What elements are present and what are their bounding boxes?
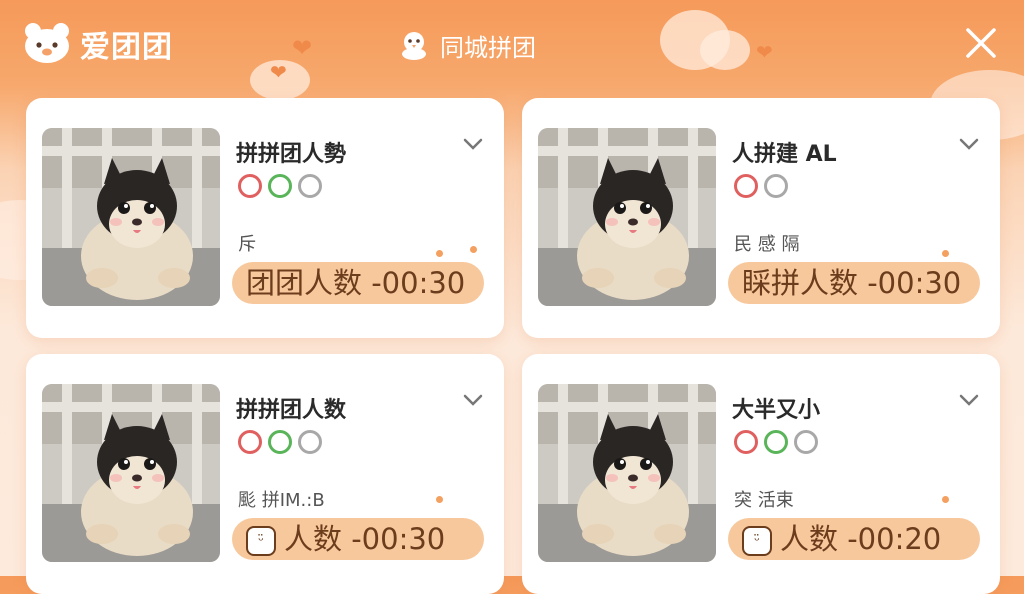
page-title: 同城拼团 [440, 34, 536, 62]
card-title: 拼拼团人数 [236, 398, 347, 423]
chick-icon [402, 32, 426, 60]
card-subtitle: 斥 [238, 234, 256, 255]
card-subtitle: 民 感 隔 [734, 234, 800, 255]
status-dot-red [238, 174, 262, 198]
smile-face-icon: ᵕ̈ [246, 526, 276, 556]
card-subtitle: 颩 拼IM.:B [238, 490, 325, 511]
decor-dot [470, 246, 477, 253]
pet-photo [42, 384, 220, 562]
join-countdown-pill[interactable]: ᵕ̈ 人数 -00:30 [232, 518, 484, 560]
card-title: 拼拼团人勢 [236, 142, 347, 167]
chevron-down-icon[interactable] [462, 392, 484, 408]
app-title: 爱团团 [80, 30, 173, 65]
decor-dot [436, 496, 443, 503]
status-dot-gray [298, 430, 322, 454]
join-countdown-pill[interactable]: 睬拼人数 -00:30 [728, 262, 980, 304]
close-icon[interactable] [962, 24, 1000, 62]
card-title: 大半又小 [732, 398, 821, 423]
pet-photo [538, 128, 716, 306]
top-bar: 爱团团 同城拼团 [0, 0, 1024, 86]
join-countdown-pill[interactable]: 团团人数 -00:30 [232, 262, 484, 304]
status-dot-gray [764, 174, 788, 198]
pet-photo [42, 128, 220, 306]
tag-row [238, 430, 328, 458]
status-dot-red [238, 430, 262, 454]
tag-row [238, 174, 328, 202]
status-dot-red [734, 430, 758, 454]
status-dot-green [268, 430, 292, 454]
chevron-down-icon[interactable] [958, 136, 980, 152]
status-dot-gray [298, 174, 322, 198]
chevron-down-icon[interactable] [958, 392, 980, 408]
card-subtitle: 突 活束 [734, 490, 794, 511]
pet-photo [538, 384, 716, 562]
group-card[interactable]: 人拼建 AL 民 感 隔 睬拼人数 -00:30 [522, 98, 1000, 338]
status-dot-green [268, 174, 292, 198]
group-card[interactable]: 大半又小 突 活束 ᵕ̈ 人数 -00:20 [522, 354, 1000, 594]
decor-dot [942, 250, 949, 257]
pill-text: 人数 -00:30 [284, 522, 446, 556]
group-card[interactable]: 拼拼团人勢 斥 团团人数 -00:30 [26, 98, 504, 338]
bear-face-icon [25, 23, 69, 63]
status-dot-red [734, 174, 758, 198]
decor-dot [436, 250, 443, 257]
pill-text: 人数 -00:20 [780, 522, 942, 556]
status-dot-gray [794, 430, 818, 454]
card-title: 人拼建 AL [732, 142, 837, 167]
decor-dot [942, 496, 949, 503]
smile-face-icon: ᵕ̈ [742, 526, 772, 556]
tag-row [734, 430, 824, 458]
tag-row [734, 174, 794, 202]
chevron-down-icon[interactable] [462, 136, 484, 152]
status-dot-green [764, 430, 788, 454]
group-card[interactable]: 拼拼团人数 颩 拼IM.:B ᵕ̈ 人数 -00:30 [26, 354, 504, 594]
join-countdown-pill[interactable]: ᵕ̈ 人数 -00:20 [728, 518, 980, 560]
